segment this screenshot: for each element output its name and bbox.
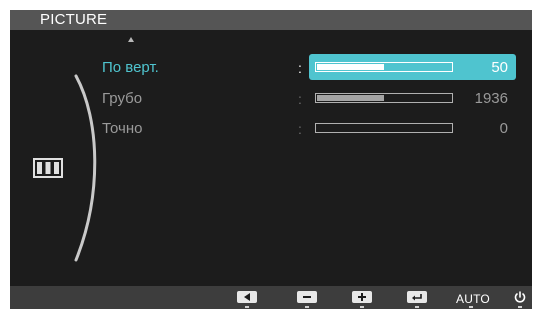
plus-button[interactable] [352,290,372,308]
value-slider[interactable] [315,93,453,103]
left-arrow-icon [237,291,257,303]
menu-item-colon: : [298,60,302,76]
monitor-osd: PICTURE По верт. : 50 Грубо : 1936 Точно [10,10,532,309]
button-tick [245,306,249,308]
enter-icon [407,291,427,303]
picture-category-icon [33,158,63,178]
auto-button[interactable]: AUTO [456,290,490,308]
menu-item-value: 0 [499,120,508,137]
menu-item-colon: : [298,91,302,107]
power-icon [513,290,527,304]
left-arrow-button[interactable] [237,290,257,308]
menu-item-label: По верт. [102,59,159,76]
auto-button-label: AUTO [456,292,490,306]
slider-fill [317,95,384,101]
button-tick [360,306,364,308]
button-tick [415,306,419,308]
button-tick [518,306,522,308]
menu-item-label: Грубо [102,90,143,107]
menu-arc-decoration [74,74,97,262]
enter-button[interactable] [407,290,427,308]
menu-item-fine[interactable]: Точно : 0 [10,118,532,140]
value-slider[interactable] [315,62,453,72]
menu-item-colon: : [298,121,302,137]
menu-item-value: 50 [491,59,508,76]
scroll-up-arrow-icon[interactable] [128,37,134,42]
menu-item-value: 1936 [474,90,508,107]
menu-item-h-position[interactable]: По верт. : 50 [10,54,532,80]
power-button[interactable] [513,290,527,308]
plus-icon [352,291,372,303]
minus-icon [297,291,317,303]
value-slider[interactable] [315,123,453,133]
menu-item-coarse[interactable]: Грубо : 1936 [10,88,532,110]
button-guide-bar: AUTO [10,286,532,309]
button-tick [469,306,473,308]
minus-button[interactable] [297,290,317,308]
slider-fill [317,64,384,70]
button-tick [305,306,309,308]
menu-item-label: Точно [102,120,143,137]
